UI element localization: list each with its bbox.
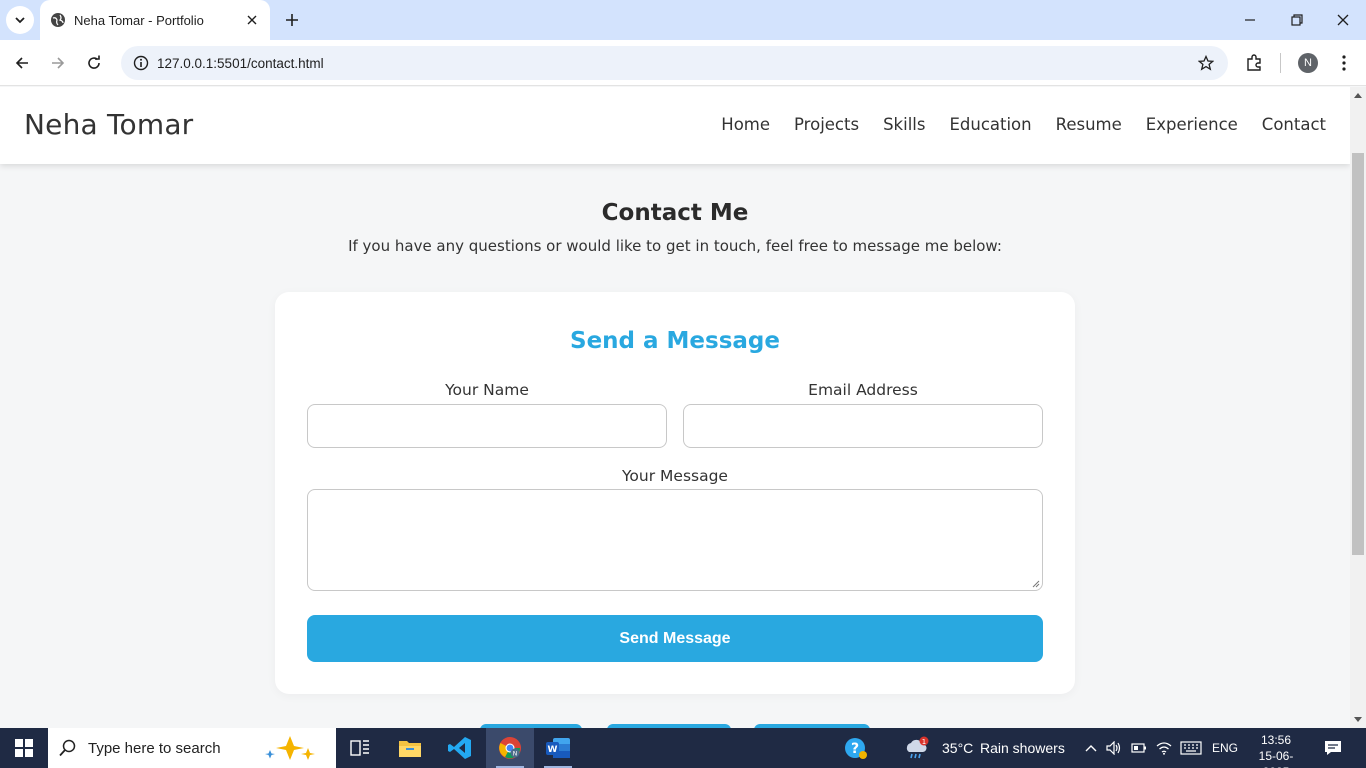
site-header: Neha Tomar Home Projects Skills Educatio… xyxy=(0,87,1350,164)
url-text: 127.0.0.1:5501/contact.html xyxy=(157,55,324,71)
avatar: N xyxy=(1298,53,1318,73)
address-bar[interactable]: 127.0.0.1:5501/contact.html xyxy=(121,46,1228,80)
close-icon[interactable] xyxy=(244,12,260,28)
volume-icon[interactable] xyxy=(1103,728,1125,768)
taskbar-search[interactable]: Type here to search xyxy=(48,728,336,768)
nav-home[interactable]: Home xyxy=(721,115,770,134)
plus-icon[interactable] xyxy=(280,8,304,32)
site-logo[interactable]: Neha Tomar xyxy=(24,108,193,141)
chrome-icon[interactable]: N xyxy=(486,728,534,768)
star-icon[interactable] xyxy=(1196,53,1216,73)
forward-icon[interactable] xyxy=(44,49,72,77)
browser-tab-active[interactable]: Neha Tomar - Portfolio xyxy=(40,0,270,40)
notification-icon[interactable] xyxy=(1318,728,1348,768)
email-label: Email Address xyxy=(808,381,918,399)
message-textarea[interactable] xyxy=(307,489,1043,591)
svg-text:W: W xyxy=(548,745,558,755)
page-title: Contact Me xyxy=(601,200,749,226)
windows-start-icon[interactable] xyxy=(0,728,48,768)
vscode-icon[interactable] xyxy=(436,728,484,768)
nav-education[interactable]: Education xyxy=(949,115,1031,134)
browser-tabstrip: Neha Tomar - Portfolio xyxy=(0,0,1366,40)
info-icon[interactable] xyxy=(125,55,157,71)
globe-icon xyxy=(50,12,66,28)
weather-temp[interactable]: 35°C xyxy=(942,740,973,756)
scrollbar-thumb[interactable] xyxy=(1352,153,1364,555)
search-placeholder: Type here to search xyxy=(88,739,221,757)
svg-text:?: ? xyxy=(851,741,859,757)
minimize-icon[interactable] xyxy=(1236,6,1264,34)
sparkle-icon xyxy=(265,736,315,760)
name-label: Your Name xyxy=(445,381,529,399)
extensions-icon[interactable] xyxy=(1240,49,1268,77)
page-viewport: Neha Tomar Home Projects Skills Educatio… xyxy=(0,87,1350,728)
form-title: Send a Message xyxy=(570,328,780,354)
keyboard-icon[interactable] xyxy=(1178,728,1204,768)
toolbar-divider xyxy=(1280,53,1281,73)
close-window-icon[interactable] xyxy=(1329,6,1357,34)
battery-icon[interactable] xyxy=(1128,728,1150,768)
contact-form-card: Send a Message Your Name Email Address Y… xyxy=(275,292,1075,694)
language-indicator[interactable]: ENG xyxy=(1212,741,1238,755)
email-input[interactable] xyxy=(683,404,1043,448)
page-scrollbar[interactable] xyxy=(1350,87,1366,728)
site-nav: Home Projects Skills Education Resume Ex… xyxy=(721,115,1326,134)
tab-search-button[interactable] xyxy=(6,6,34,34)
message-label: Your Message xyxy=(622,467,728,485)
chevron-down-icon[interactable] xyxy=(1350,714,1366,726)
weather-badge: 1 xyxy=(922,738,926,746)
nav-contact[interactable]: Contact xyxy=(1262,115,1326,134)
restore-icon[interactable] xyxy=(1283,6,1311,34)
nav-experience[interactable]: Experience xyxy=(1146,115,1238,134)
search-icon xyxy=(48,739,88,757)
name-input[interactable] xyxy=(307,404,667,448)
clock-date: 15-06-2025 xyxy=(1258,749,1294,768)
weather-icon[interactable]: 1 xyxy=(898,728,934,768)
send-message-button[interactable]: Send Message xyxy=(307,615,1043,662)
nav-projects[interactable]: Projects xyxy=(794,115,859,134)
kebab-menu-icon[interactable] xyxy=(1330,49,1358,77)
taskbar-clock[interactable]: 13:56 15-06-2025 xyxy=(1246,732,1306,768)
nav-resume[interactable]: Resume xyxy=(1056,115,1122,134)
reload-icon[interactable] xyxy=(80,49,108,77)
taskbar: Type here to search N W ? 1 35°C Rain sh… xyxy=(0,728,1366,768)
file-explorer-icon[interactable] xyxy=(386,728,434,768)
browser-toolbar: 127.0.0.1:5501/contact.html N xyxy=(0,40,1366,86)
page-subtitle: If you have any questions or would like … xyxy=(348,237,1002,255)
svg-text:N: N xyxy=(513,751,518,758)
back-icon[interactable] xyxy=(8,49,36,77)
help-icon[interactable]: ? xyxy=(832,728,880,768)
clock-time: 13:56 xyxy=(1260,733,1292,747)
resize-handle-icon[interactable] xyxy=(1032,580,1040,588)
chevron-up-icon[interactable] xyxy=(1080,728,1102,768)
word-icon[interactable]: W xyxy=(534,728,582,768)
profile-avatar[interactable]: N xyxy=(1294,49,1322,77)
nav-skills[interactable]: Skills xyxy=(883,115,925,134)
weather-desc[interactable]: Rain showers xyxy=(980,740,1065,756)
wifi-icon[interactable] xyxy=(1153,728,1175,768)
chevron-down-icon xyxy=(15,17,25,24)
chevron-up-icon[interactable] xyxy=(1350,89,1366,101)
task-view-icon[interactable] xyxy=(336,728,384,768)
tab-title: Neha Tomar - Portfolio xyxy=(74,12,204,28)
